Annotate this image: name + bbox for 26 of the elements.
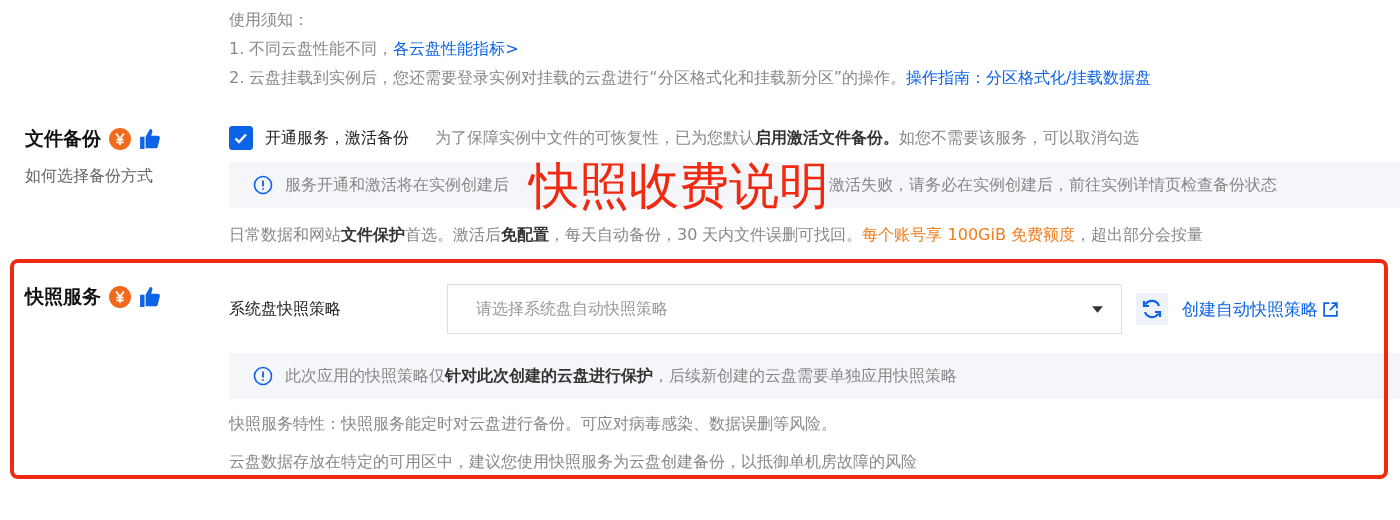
note-text: 快照服务特性：快照服务能定时对云盘进行备份。可应对病毒感染、数据误删等风险。: [229, 413, 838, 435]
guide-link[interactable]: 操作指南：分区格式化/挂载数据盘: [905, 68, 1152, 87]
note-text: 日常数据和网站文件保护首选。激活后免配置，每天自动备份，30 天内文件误删可找回。每个账号享 100GiB 免费额度，超出部分会按量: [229, 224, 1204, 246]
notice-text: 2. 云盘挂载到实例后，您还需要登录实例对挂载的云盘进行“分区格式化和挂载新分区”的操作。: [229, 68, 906, 87]
policy-select[interactable]: 请选择系统盘自动快照策略: [447, 284, 1122, 334]
field-label: 系统盘快照策略: [229, 298, 342, 320]
info-text: 激活失败，请务必在实例创建后，前往实例详情页检查备份状态: [829, 174, 1277, 196]
info-icon: [253, 366, 273, 386]
backup-description: 为了保障实例中文件的可恢复性，已为您默认启用激活文件备份。如您不需要该服务，可以取消勾选: [435, 127, 1139, 149]
caret-icon: [1092, 305, 1103, 313]
info-text: 此次应用的快照策略仅针对此次创建的云盘进行保护，后续新创建的云盘需要单独应用快照策略: [285, 365, 957, 387]
checkbox[interactable]: [229, 126, 253, 150]
help-link[interactable]: 如何选择备份方式: [25, 166, 153, 187]
create-policy-link[interactable]: 创建自动快照策略: [1182, 297, 1318, 321]
notice-title: 使用须知：: [229, 10, 309, 30]
section-title: 文件备份: [25, 126, 101, 151]
notice-text: 1. 不同云盘性能不同，: [229, 39, 394, 58]
info-icon: [253, 175, 273, 195]
annotation-text: 快照收费说明: [529, 156, 829, 216]
checkbox-label[interactable]: 开通服务，激活备份: [265, 127, 409, 149]
info-text: 服务开通和激活将在实例创建后: [285, 174, 509, 196]
refresh-button[interactable]: [1136, 293, 1168, 325]
guide-link[interactable]: 各云盘性能指标>: [393, 39, 519, 58]
note-text: 云盘数据存放在特定的可用区中，建议您使用快照服务为云盘创建备份，以抵御单机房故障的风险: [229, 451, 918, 473]
external-link-icon: [1322, 300, 1339, 318]
section-title: 快照服务: [25, 284, 101, 309]
